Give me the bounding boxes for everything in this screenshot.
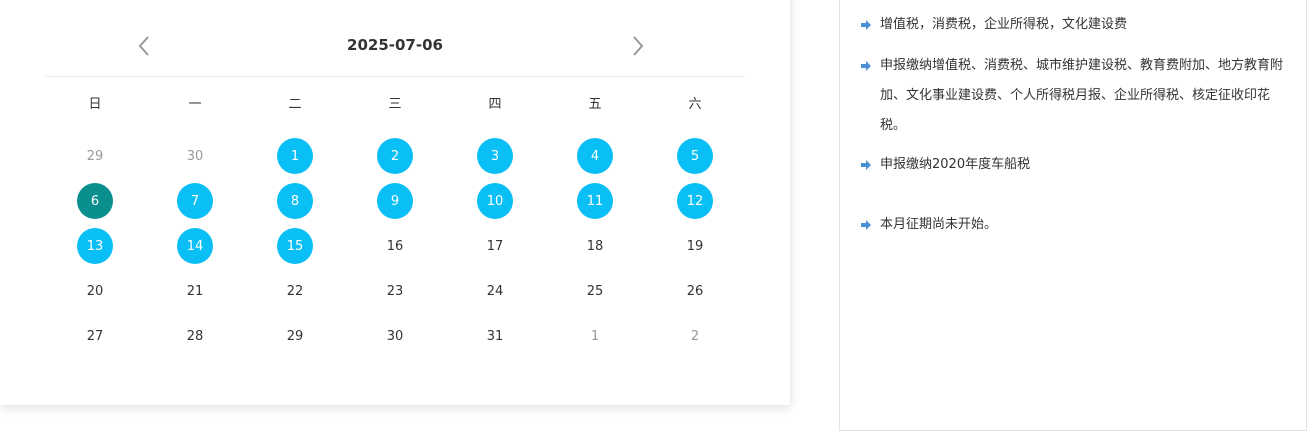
calendar-day[interactable]: 30 (377, 318, 413, 354)
calendar-day[interactable]: 24 (477, 273, 513, 309)
tax-info-item: 增值税，消费税，企业所得税，文化建设费 (860, 10, 1290, 40)
tax-info-text: 本月征期尚未开始。 (880, 217, 998, 232)
calendar-day[interactable]: 1 (577, 318, 613, 354)
weekday-sun: 日 (88, 97, 102, 112)
calendar-day[interactable]: 14 (177, 228, 213, 264)
calendar-day[interactable]: 21 (177, 273, 213, 309)
calendar-day[interactable]: 16 (377, 228, 413, 264)
calendar-day[interactable]: 28 (177, 318, 213, 354)
calendar-day[interactable]: 17 (477, 228, 513, 264)
calendar-day[interactable]: 8 (277, 183, 313, 219)
calendar-day[interactable]: 5 (677, 138, 713, 174)
weekday-fri: 五 (588, 97, 602, 112)
calendar-day[interactable]: 29 (77, 138, 113, 174)
tax-info-item: 申报缴纳增值税、消费税、城市维护建设税、教育费附加、地方教育附加、文化事业建设费… (860, 51, 1290, 141)
calendar-day[interactable]: 30 (177, 138, 213, 174)
tax-info-item: 本月征期尚未开始。 (860, 210, 1290, 240)
calendar-day[interactable]: 1 (277, 138, 313, 174)
calendar-day[interactable]: 10 (477, 183, 513, 219)
calendar-day[interactable]: 25 (577, 273, 613, 309)
tax-info-text: 申报缴纳2020年度车船税 (880, 157, 1031, 172)
calendar-day[interactable]: 4 (577, 138, 613, 174)
tax-info-text: 申报缴纳增值税、消费税、城市维护建设税、教育费附加、地方教育附加、文化事业建设费… (880, 58, 1284, 133)
tax-info-text: 增值税，消费税，企业所得税，文化建设费 (880, 17, 1128, 32)
arrow-right-icon (861, 220, 871, 230)
calendar-day[interactable]: 31 (477, 318, 513, 354)
calendar-header: 2025-07-06 (45, 28, 745, 77)
calendar-day[interactable]: 23 (377, 273, 413, 309)
next-month-button[interactable] (625, 32, 649, 60)
weekday-header-row: 日 一 二 三 四 五 六 (45, 93, 745, 113)
calendar-day[interactable]: 19 (677, 228, 713, 264)
calendar-day[interactable]: 20 (77, 273, 113, 309)
calendar-day[interactable]: 27 (77, 318, 113, 354)
calendar-day[interactable]: 6 (77, 183, 113, 219)
weekday-tue: 二 (288, 97, 302, 112)
calendar-day[interactable]: 2 (677, 318, 713, 354)
weekday-mon: 一 (188, 97, 202, 112)
arrow-right-icon (861, 61, 871, 71)
calendar-day[interactable]: 13 (77, 228, 113, 264)
arrow-right-icon (861, 20, 871, 30)
tax-info-panel: 增值税，消费税，企业所得税，文化建设费 申报缴纳增值税、消费税、城市维护建设税、… (839, 0, 1307, 431)
tax-info-item: 申报缴纳2020年度车船税 (860, 150, 1290, 180)
calendar-day[interactable]: 15 (277, 228, 313, 264)
arrow-right-icon (861, 160, 871, 170)
calendar-day[interactable]: 9 (377, 183, 413, 219)
calendar-day[interactable]: 12 (677, 183, 713, 219)
calendar-day[interactable]: 3 (477, 138, 513, 174)
calendar-panel: 2025-07-06 日 一 二 三 四 五 六 29 30 1 2 3 4 5 6 7 8 9 10… (0, 0, 790, 405)
calendar-day[interactable]: 22 (277, 273, 313, 309)
calendar-day[interactable]: 18 (577, 228, 613, 264)
calendar-day[interactable]: 29 (277, 318, 313, 354)
calendar-day[interactable]: 26 (677, 273, 713, 309)
weekday-wed: 三 (388, 97, 402, 112)
calendar-day[interactable]: 11 (577, 183, 613, 219)
chevron-right-icon (633, 36, 644, 56)
calendar-day[interactable]: 2 (377, 138, 413, 174)
calendar-day[interactable]: 7 (177, 183, 213, 219)
weekday-thu: 四 (488, 97, 502, 112)
weekday-sat: 六 (688, 97, 702, 112)
